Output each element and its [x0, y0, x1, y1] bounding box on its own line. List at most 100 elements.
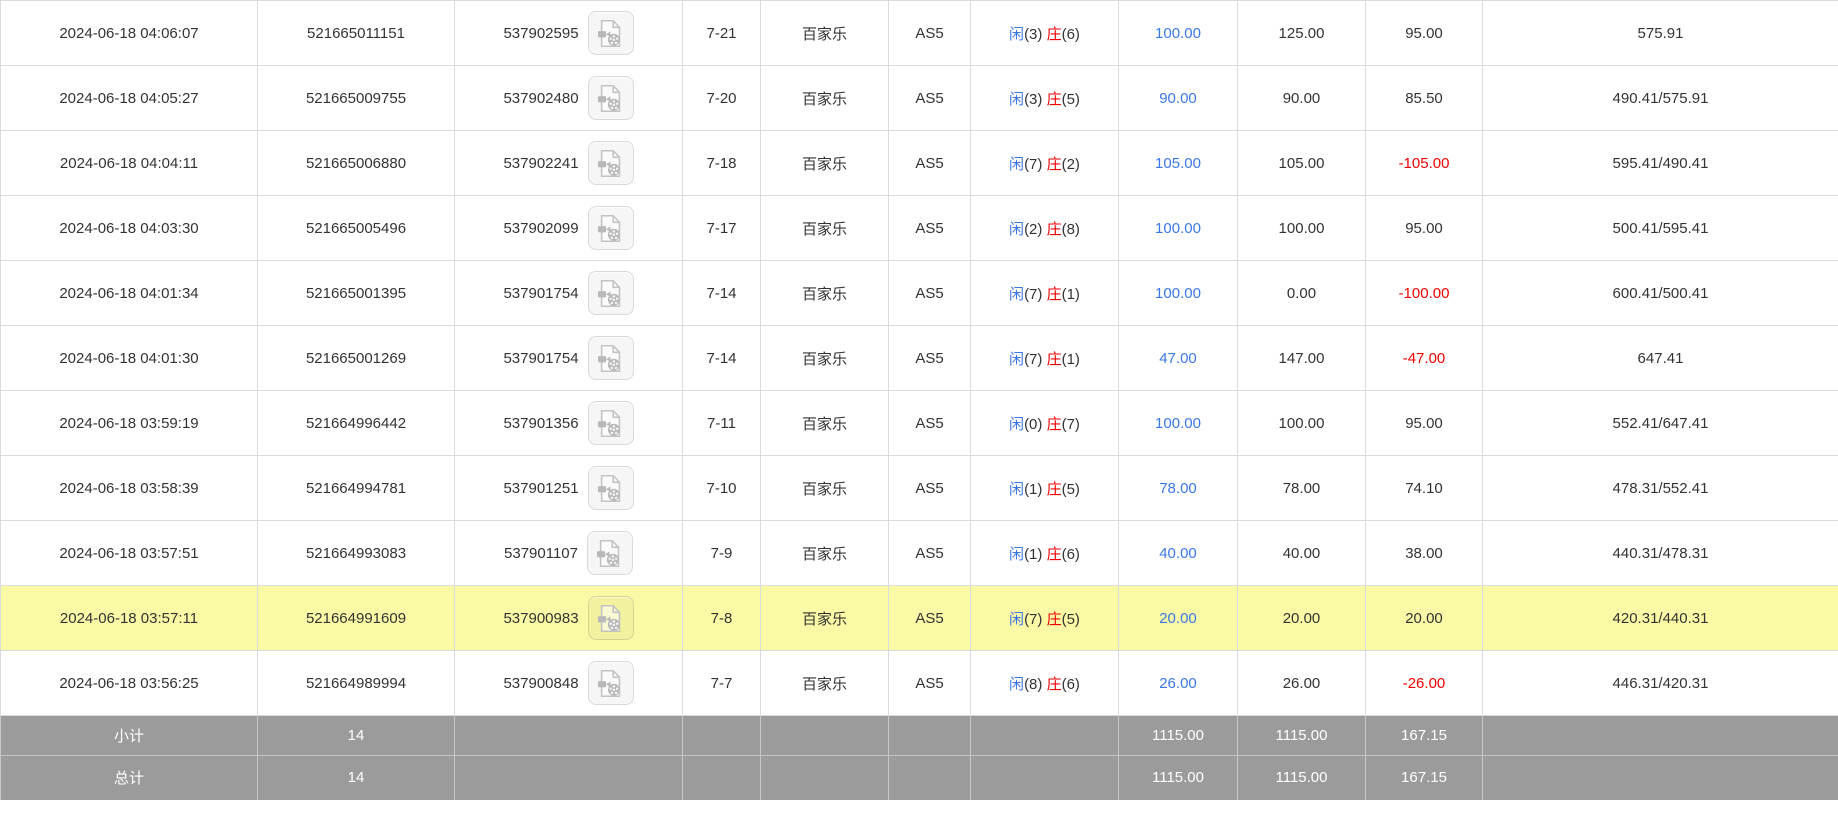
- video-replay-button[interactable]: [588, 466, 634, 510]
- bet-id-cell: 521665001395: [258, 261, 455, 326]
- table-name-cell: AS5: [889, 261, 971, 326]
- table-row[interactable]: 2024-06-18 03:56:25 521664989994 5379008…: [1, 651, 1838, 716]
- table-row[interactable]: 2024-06-18 04:05:27 521665009755 5379024…: [1, 66, 1838, 131]
- game-id-cell: 537901356: [455, 391, 683, 456]
- game-id-value: 537901754: [503, 285, 578, 302]
- video-file-icon: [597, 344, 624, 373]
- total-valid-amount: 1115.00: [1238, 756, 1366, 800]
- banker-label: 庄: [1047, 611, 1062, 628]
- player-points: (7): [1024, 351, 1042, 368]
- game-type-cell: 百家乐: [761, 261, 889, 326]
- win-loss-cell: 20.00: [1366, 586, 1483, 651]
- balance-cell: 500.41/595.41: [1483, 196, 1838, 261]
- balance-cell: 647.41: [1483, 326, 1838, 391]
- round-cell: 7-21: [683, 1, 761, 66]
- player-points: (7): [1024, 611, 1042, 628]
- video-file-icon: [597, 19, 624, 48]
- player-label: 闲: [1009, 286, 1024, 303]
- video-file-icon: [597, 669, 624, 698]
- valid-amount-cell: 100.00: [1238, 391, 1366, 456]
- round-cell: 7-7: [683, 651, 761, 716]
- balance-cell: 575.91: [1483, 1, 1838, 66]
- game-id-cell: 537902595: [455, 1, 683, 66]
- table-row[interactable]: 2024-06-18 03:57:51 521664993083 5379011…: [1, 521, 1838, 586]
- banker-label: 庄: [1047, 546, 1062, 563]
- table-row[interactable]: 2024-06-18 04:04:11 521665006880 5379022…: [1, 131, 1838, 196]
- win-loss-cell: -47.00: [1366, 326, 1483, 391]
- banker-points: (5): [1062, 481, 1080, 498]
- bet-amount-cell: 100.00: [1119, 196, 1238, 261]
- video-replay-button[interactable]: [587, 531, 633, 575]
- table-row[interactable]: 2024-06-18 04:01:30 521665001269 5379017…: [1, 326, 1838, 391]
- player-points: (1): [1024, 546, 1042, 563]
- subtotal-label: 小计: [1, 716, 258, 756]
- bet-amount-cell: 78.00: [1119, 456, 1238, 521]
- bet-time-cell: 2024-06-18 04:04:11: [1, 131, 258, 196]
- total-label: 总计: [1, 756, 258, 800]
- bet-time-cell: 2024-06-18 03:59:19: [1, 391, 258, 456]
- bet-amount-cell: 40.00: [1119, 521, 1238, 586]
- win-loss-cell: 95.00: [1366, 391, 1483, 456]
- bet-amount-cell: 90.00: [1119, 66, 1238, 131]
- bet-id-cell: 521664996442: [258, 391, 455, 456]
- subtotal-bet-amount: 1115.00: [1119, 716, 1238, 756]
- round-cell: 7-17: [683, 196, 761, 261]
- banker-label: 庄: [1047, 156, 1062, 173]
- video-replay-button[interactable]: [588, 141, 634, 185]
- table-name-cell: AS5: [889, 326, 971, 391]
- player-label: 闲: [1009, 416, 1024, 433]
- result-cell: 闲(7) 庄(1): [971, 326, 1119, 391]
- player-points: (8): [1024, 676, 1042, 693]
- table-name-cell: AS5: [889, 521, 971, 586]
- valid-amount-cell: 78.00: [1238, 456, 1366, 521]
- round-cell: 7-14: [683, 261, 761, 326]
- banker-points: (6): [1062, 546, 1080, 563]
- game-type-cell: 百家乐: [761, 586, 889, 651]
- video-replay-button[interactable]: [588, 11, 634, 55]
- round-cell: 7-9: [683, 521, 761, 586]
- bet-time-cell: 2024-06-18 04:06:07: [1, 1, 258, 66]
- video-replay-button[interactable]: [588, 206, 634, 250]
- total-win-loss: 167.15: [1366, 756, 1483, 800]
- table-row[interactable]: 2024-06-18 03:58:39 521664994781 5379012…: [1, 456, 1838, 521]
- game-id-cell: 537901754: [455, 261, 683, 326]
- table-row[interactable]: 2024-06-18 04:03:30 521665005496 5379020…: [1, 196, 1838, 261]
- bet-id-cell: 521664989994: [258, 651, 455, 716]
- result-cell: 闲(1) 庄(6): [971, 521, 1119, 586]
- table-row[interactable]: 2024-06-18 03:57:11 521664991609 5379009…: [1, 586, 1838, 651]
- round-cell: 7-20: [683, 66, 761, 131]
- total-row: 总计 14 1115.00 1115.00 167.15: [1, 756, 1838, 800]
- game-id-value: 537900983: [503, 610, 578, 627]
- video-file-icon: [597, 474, 624, 503]
- video-replay-button[interactable]: [588, 76, 634, 120]
- round-cell: 7-10: [683, 456, 761, 521]
- game-id-cell: 537901754: [455, 326, 683, 391]
- table-name-cell: AS5: [889, 1, 971, 66]
- player-label: 闲: [1009, 221, 1024, 238]
- table-row[interactable]: 2024-06-18 04:06:07 521665011151 5379025…: [1, 1, 1838, 66]
- player-label: 闲: [1009, 676, 1024, 693]
- round-cell: 7-11: [683, 391, 761, 456]
- bet-amount-cell: 100.00: [1119, 261, 1238, 326]
- player-points: (7): [1024, 286, 1042, 303]
- video-replay-button[interactable]: [588, 336, 634, 380]
- game-type-cell: 百家乐: [761, 196, 889, 261]
- banker-points: (6): [1062, 26, 1080, 43]
- video-replay-button[interactable]: [588, 661, 634, 705]
- video-replay-button[interactable]: [588, 271, 634, 315]
- game-type-cell: 百家乐: [761, 131, 889, 196]
- balance-cell: 552.41/647.41: [1483, 391, 1838, 456]
- win-loss-cell: -100.00: [1366, 261, 1483, 326]
- table-row[interactable]: 2024-06-18 04:01:34 521665001395 5379017…: [1, 261, 1838, 326]
- player-points: (0): [1024, 416, 1042, 433]
- table-row[interactable]: 2024-06-18 03:59:19 521664996442 5379013…: [1, 391, 1838, 456]
- game-id-value: 537901754: [503, 350, 578, 367]
- game-id-value: 537900848: [503, 675, 578, 692]
- game-id-cell: 537902241: [455, 131, 683, 196]
- valid-amount-cell: 147.00: [1238, 326, 1366, 391]
- video-replay-button[interactable]: [588, 401, 634, 445]
- valid-amount-cell: 125.00: [1238, 1, 1366, 66]
- video-replay-button[interactable]: [588, 596, 634, 640]
- player-label: 闲: [1009, 546, 1024, 563]
- table-name-cell: AS5: [889, 456, 971, 521]
